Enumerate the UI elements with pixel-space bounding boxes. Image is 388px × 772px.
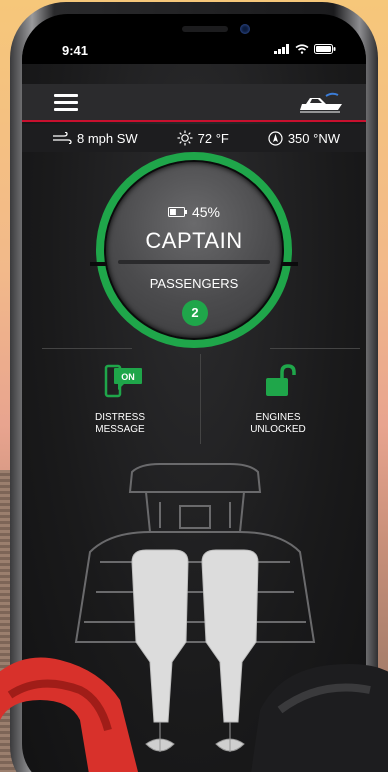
speaker bbox=[182, 26, 228, 32]
red-lanyard-image bbox=[0, 657, 138, 772]
passengers-label: PASSENGERS bbox=[149, 276, 239, 291]
wind-readout: 8 mph SW bbox=[52, 131, 138, 146]
distress-badge: ON bbox=[121, 372, 135, 382]
distress-label: DISTRESS MESSAGE bbox=[72, 412, 168, 436]
black-lanyard-image bbox=[251, 664, 388, 772]
unlocked-padlock-icon bbox=[266, 364, 296, 396]
battery-indicator: 45% bbox=[22, 204, 366, 220]
dial-gap-right bbox=[280, 262, 298, 266]
battery-status-icon bbox=[314, 44, 336, 54]
distress-label-line1: DISTRESS bbox=[94, 412, 145, 423]
separator-right bbox=[270, 348, 360, 349]
status-bar: 9:41 bbox=[22, 14, 366, 64]
separator-vertical bbox=[200, 354, 201, 444]
notch bbox=[114, 14, 296, 50]
heading-value: 350 °NW bbox=[287, 130, 340, 146]
distress-label-line2: MESSAGE bbox=[95, 424, 145, 435]
status-time: 9:41 bbox=[62, 43, 89, 58]
battery-percent: 45% bbox=[191, 204, 221, 220]
app-header bbox=[22, 84, 366, 122]
compass-icon bbox=[268, 130, 283, 146]
battery-icon bbox=[167, 207, 187, 217]
engines-label: ENGINES UNLOCKED bbox=[230, 412, 326, 436]
dial-gap-left bbox=[90, 262, 108, 266]
distress-message-tile[interactable]: ON DISTRESS MESSAGE bbox=[72, 364, 168, 436]
phone-message-icon: ON bbox=[104, 364, 142, 398]
wind-value: 8 mph SW bbox=[77, 130, 138, 146]
separator-left bbox=[42, 348, 132, 349]
engines-label-line1: ENGINES bbox=[255, 412, 301, 423]
temperature-readout: 72 °F bbox=[177, 130, 229, 146]
boat-logo-icon bbox=[300, 92, 342, 113]
passenger-count-badge: 2 bbox=[182, 300, 208, 326]
hamburger-menu-icon[interactable] bbox=[54, 94, 78, 112]
sun-icon bbox=[177, 130, 193, 146]
dial-divider bbox=[118, 260, 270, 264]
mode-label: CAPTAIN bbox=[145, 228, 243, 253]
heading-readout: 350 °NW bbox=[268, 131, 340, 146]
wifi-icon bbox=[295, 44, 309, 54]
conditions-bar: 8 mph SW 72 °F 350 °NW bbox=[22, 124, 366, 152]
engines-label-line2: UNLOCKED bbox=[250, 424, 306, 435]
engines-unlocked-tile[interactable]: ENGINES UNLOCKED bbox=[230, 364, 326, 436]
signal-icon bbox=[274, 44, 289, 54]
camera bbox=[240, 24, 250, 34]
status-icons bbox=[274, 44, 336, 54]
temperature-value: 72 °F bbox=[197, 130, 229, 146]
wind-icon bbox=[53, 132, 72, 144]
